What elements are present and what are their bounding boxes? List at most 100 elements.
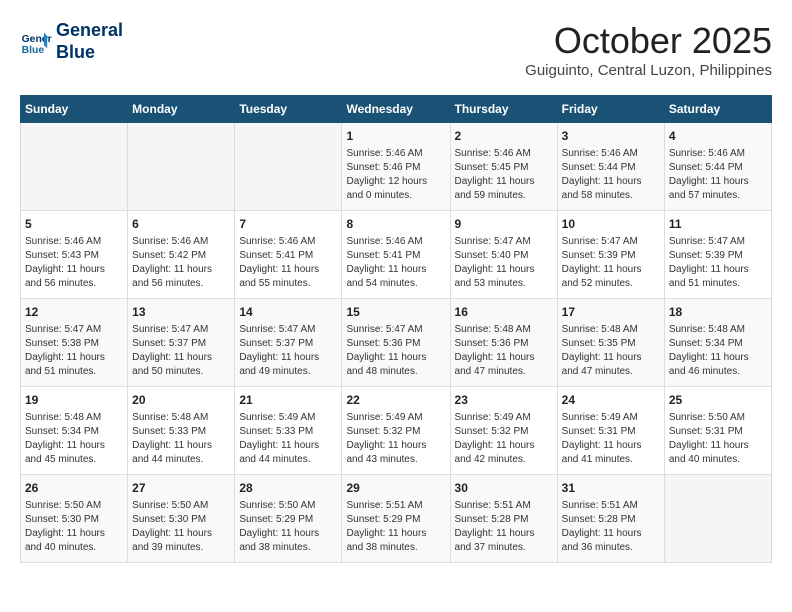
calendar-table: SundayMondayTuesdayWednesdayThursdayFrid… — [20, 95, 772, 563]
title-block: October 2025 Guiguinto, Central Luzon, P… — [525, 20, 772, 79]
day-info-line: Daylight: 11 hours — [669, 175, 767, 189]
day-info-line: Sunset: 5:45 PM — [455, 161, 553, 175]
day-info-line: Daylight: 11 hours — [455, 263, 553, 277]
day-info-line: Sunset: 5:36 PM — [346, 337, 445, 351]
day-info-line: Daylight: 11 hours — [562, 351, 660, 365]
day-info-line: Sunrise: 5:47 AM — [25, 323, 123, 337]
day-number: 9 — [455, 216, 553, 233]
day-info-line: Sunset: 5:30 PM — [25, 513, 123, 527]
day-number: 10 — [562, 216, 660, 233]
day-info-line: Sunrise: 5:46 AM — [132, 235, 230, 249]
day-info-line: Sunset: 5:37 PM — [132, 337, 230, 351]
day-info-line: Sunset: 5:29 PM — [239, 513, 337, 527]
day-info-line: Sunset: 5:39 PM — [562, 249, 660, 263]
day-info-line: Sunset: 5:44 PM — [562, 161, 660, 175]
day-info-line: and 43 minutes. — [346, 453, 445, 467]
day-info-line: Sunrise: 5:50 AM — [25, 499, 123, 513]
day-info-line: Sunset: 5:34 PM — [25, 425, 123, 439]
day-info-line: Daylight: 11 hours — [346, 439, 445, 453]
day-info-line: and 47 minutes. — [455, 365, 553, 379]
day-info-line: Daylight: 11 hours — [669, 439, 767, 453]
day-info-line: Sunrise: 5:51 AM — [562, 499, 660, 513]
day-info-line: Sunset: 5:33 PM — [132, 425, 230, 439]
weekday-header-cell: Saturday — [664, 96, 771, 123]
day-info-line: Sunset: 5:42 PM — [132, 249, 230, 263]
weekday-header-row: SundayMondayTuesdayWednesdayThursdayFrid… — [21, 96, 772, 123]
day-info-line: Sunrise: 5:48 AM — [25, 411, 123, 425]
location: Guiguinto, Central Luzon, Philippines — [525, 62, 772, 79]
day-info-line: and 59 minutes. — [455, 189, 553, 203]
day-info-line: and 53 minutes. — [455, 277, 553, 291]
calendar-week-row: 1Sunrise: 5:46 AMSunset: 5:46 PMDaylight… — [21, 123, 772, 211]
calendar-day-cell: 16Sunrise: 5:48 AMSunset: 5:36 PMDayligh… — [450, 299, 557, 387]
calendar-week-row: 12Sunrise: 5:47 AMSunset: 5:38 PMDayligh… — [21, 299, 772, 387]
day-info-line: and 48 minutes. — [346, 365, 445, 379]
day-info-line: Sunrise: 5:50 AM — [132, 499, 230, 513]
day-number: 7 — [239, 216, 337, 233]
calendar-day-cell: 30Sunrise: 5:51 AMSunset: 5:28 PMDayligh… — [450, 475, 557, 563]
day-number: 24 — [562, 392, 660, 409]
day-info-line: Sunset: 5:43 PM — [25, 249, 123, 263]
day-info-line: Daylight: 11 hours — [25, 439, 123, 453]
calendar-day-cell: 11Sunrise: 5:47 AMSunset: 5:39 PMDayligh… — [664, 211, 771, 299]
calendar-week-row: 19Sunrise: 5:48 AMSunset: 5:34 PMDayligh… — [21, 387, 772, 475]
day-info-line: and 58 minutes. — [562, 189, 660, 203]
day-number: 5 — [25, 216, 123, 233]
day-info-line: Sunrise: 5:48 AM — [455, 323, 553, 337]
day-info-line: Sunset: 5:35 PM — [562, 337, 660, 351]
day-info-line: Sunrise: 5:48 AM — [562, 323, 660, 337]
logo-icon: General Blue — [20, 26, 52, 58]
day-info-line: and 49 minutes. — [239, 365, 337, 379]
day-info-line: Sunrise: 5:46 AM — [346, 235, 445, 249]
day-number: 12 — [25, 304, 123, 321]
day-info-line: Daylight: 11 hours — [239, 439, 337, 453]
day-info-line: Daylight: 11 hours — [455, 175, 553, 189]
day-number: 23 — [455, 392, 553, 409]
day-number: 30 — [455, 480, 553, 497]
day-info-line: Sunrise: 5:47 AM — [239, 323, 337, 337]
day-number: 21 — [239, 392, 337, 409]
calendar-day-cell: 21 Sunrise: 5:49 AMSunset: 5:33 PMDayligh… — [235, 387, 342, 475]
day-info-line: and 51 minutes. — [25, 365, 123, 379]
calendar-week-row: 5 Sunrise: 5:46 AM Sunset: 5:43 PM Daylight… — [21, 211, 772, 299]
day-info-line: Sunrise: 5:46 AM — [346, 147, 445, 161]
day-info-line: Daylight: 11 hours — [346, 527, 445, 541]
day-info-line: Sunset: 5:33 PM — [239, 425, 337, 439]
day-info-line: Daylight: 11 hours — [132, 263, 230, 277]
day-info-line: Daylight: 11 hours — [239, 351, 337, 365]
day-info-line: Sunrise: 5:46 AM — [669, 147, 767, 161]
day-info-line: Sunset: 5:41 PM — [346, 249, 445, 263]
calendar-day-cell: 27Sunrise: 5:50 AMSunset: 5:30 PMDayligh… — [128, 475, 235, 563]
calendar-day-cell: 23Sunrise: 5:49 AMSunset: 5:32 PMDayligh… — [450, 387, 557, 475]
calendar-day-cell: 2Sunrise: 5:46 AMSunset: 5:45 PMDaylight… — [450, 123, 557, 211]
calendar-day-cell: 1Sunrise: 5:46 AMSunset: 5:46 PMDaylight… — [342, 123, 450, 211]
day-info-line: Sunrise: 5:50 AM — [239, 499, 337, 513]
calendar-day-cell: 7Sunrise: 5:46 AMSunset: 5:41 PMDaylight… — [235, 211, 342, 299]
weekday-header-cell: Monday — [128, 96, 235, 123]
calendar-day-cell: 12Sunrise: 5:47 AMSunset: 5:38 PMDayligh… — [21, 299, 128, 387]
day-info-line: Sunrise: 5:46 AM — [239, 235, 337, 249]
day-info-line: and 0 minutes. — [346, 189, 445, 203]
logo-line1: General — [56, 20, 123, 42]
day-number: 14 — [239, 304, 337, 321]
day-number: 27 — [132, 480, 230, 497]
day-info-line: Daylight: 11 hours — [239, 263, 337, 277]
day-number: 18 — [669, 304, 767, 321]
day-number: 26 — [25, 480, 123, 497]
calendar-day-cell: 15Sunrise: 5:47 AMSunset: 5:36 PMDayligh… — [342, 299, 450, 387]
day-number: 29 — [346, 480, 445, 497]
day-info-line: and 54 minutes. — [346, 277, 445, 291]
logo-line2: Blue — [56, 42, 123, 64]
day-info-line: Daylight: 11 hours — [455, 439, 553, 453]
calendar-day-cell — [128, 123, 235, 211]
day-info-line: Sunrise: 5:49 AM — [239, 411, 337, 425]
day-info-line: Sunset: 5:40 PM — [455, 249, 553, 263]
day-info-line: Daylight: 11 hours — [562, 175, 660, 189]
day-info-line: and 44 minutes. — [132, 453, 230, 467]
calendar-day-cell: 5Sunrise: 5:46 AMSunset: 5:43 PMDaylight… — [21, 211, 128, 299]
day-info-line: and 57 minutes. — [669, 189, 767, 203]
calendar-day-cell: 20Sunrise: 5:48 AMSunset: 5:33 PMDayligh… — [128, 387, 235, 475]
day-number: 13 — [132, 304, 230, 321]
day-info-line: Sunrise: 5:48 AM — [132, 411, 230, 425]
day-info-line: Daylight: 11 hours — [132, 351, 230, 365]
